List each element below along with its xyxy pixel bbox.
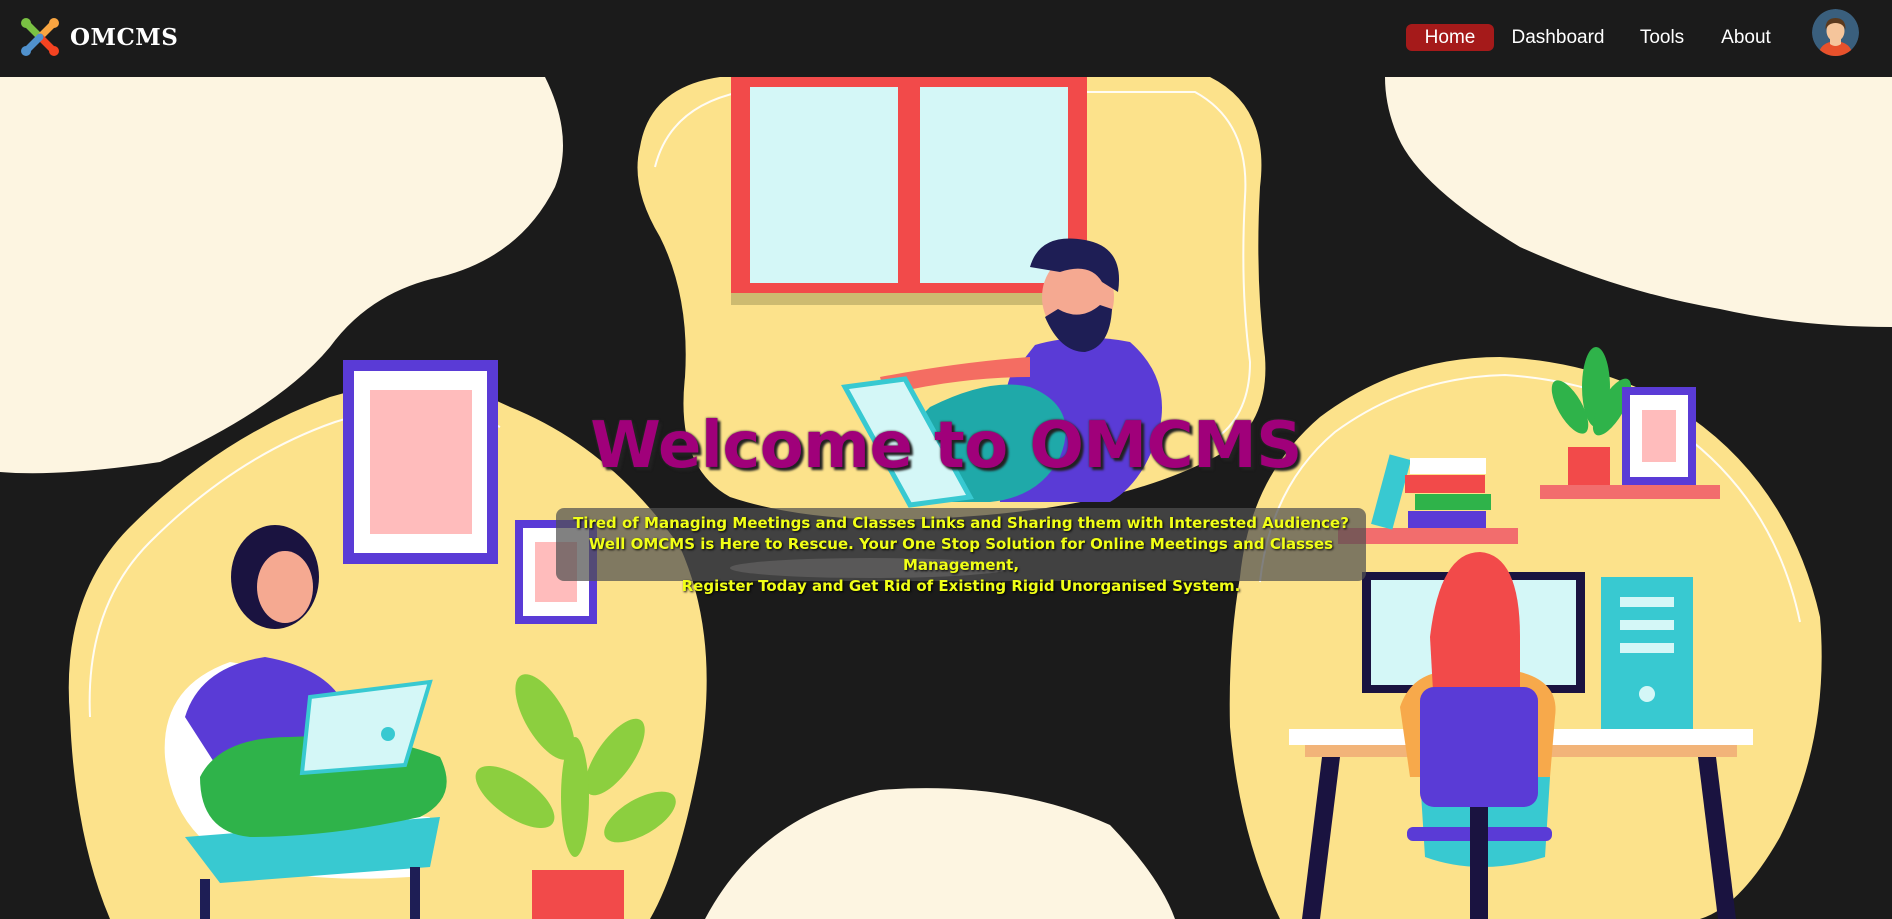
hero-title: Welcome to OMCMS	[590, 409, 1302, 483]
hero-section: Welcome to OMCMS Tired of Managing Meeti…	[0, 77, 1892, 919]
hero-tagline-line-3: Register Today and Get Rid of Existing R…	[681, 577, 1241, 595]
nav-dashboard-link[interactable]: Dashboard	[1508, 24, 1608, 51]
blob-bottom-center	[705, 788, 1175, 919]
nav-tools-link[interactable]: Tools	[1634, 24, 1690, 51]
hero-tagline-line-1: Tired of Managing Meetings and Classes L…	[573, 514, 1349, 532]
joomla-logo-icon	[21, 18, 59, 56]
blob-top-right	[1385, 77, 1892, 327]
hero-illustration	[0, 77, 1892, 919]
nav-about-link[interactable]: About	[1714, 24, 1778, 51]
hero-tagline-line-2: Well OMCMS is Here to Rescue. Your One S…	[588, 535, 1334, 574]
brand[interactable]: OMCMS	[19, 15, 178, 59]
hero-tagline-box: Tired of Managing Meetings and Classes L…	[556, 508, 1366, 595]
user-avatar-icon[interactable]	[1812, 9, 1859, 56]
top-navbar: OMCMS Home Dashboard Tools About	[0, 0, 1892, 77]
nav-home-link[interactable]: Home	[1406, 24, 1494, 51]
brand-name: OMCMS	[70, 23, 179, 51]
